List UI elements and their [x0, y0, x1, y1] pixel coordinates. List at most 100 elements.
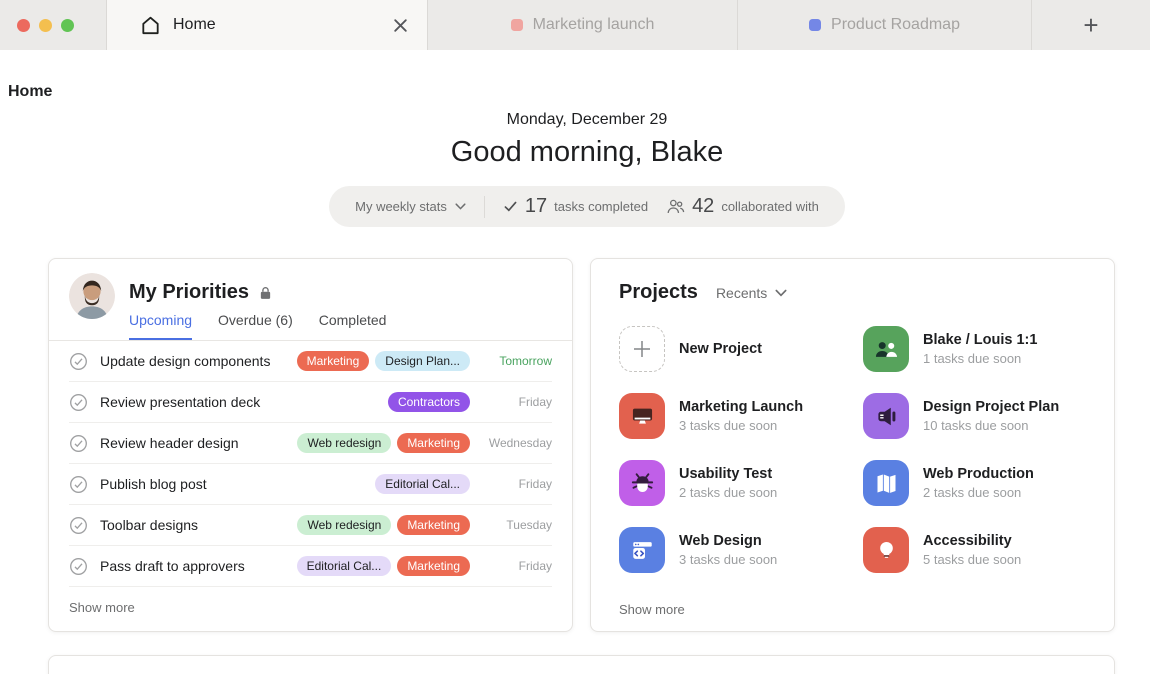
complete-task-icon[interactable] [69, 475, 88, 494]
project-item-accessibility[interactable]: Accessibility 5 tasks due soon [863, 526, 1090, 574]
window-controls [0, 0, 107, 50]
complete-task-icon[interactable] [69, 434, 88, 453]
project-name: Blake / Louis 1:1 [923, 332, 1037, 348]
divider [484, 196, 485, 218]
tab-overdue[interactable]: Overdue (6) [218, 312, 293, 340]
map-icon [863, 460, 909, 506]
task-tags: Editorial Cal...Marketing [297, 556, 470, 576]
date-text: Monday, December 29 [24, 111, 1150, 129]
projects-grid: New Project Blake / Louis 1:1 1 tasks du… [619, 325, 1090, 574]
priorities-header: My Priorities Upcoming Overdue (6) Compl… [49, 259, 572, 341]
recents-dropdown[interactable]: Recents [716, 285, 787, 301]
task-tags: MarketingDesign Plan... [297, 351, 470, 371]
megaphone-icon [863, 393, 909, 439]
avatar[interactable] [69, 273, 115, 319]
complete-task-icon[interactable] [69, 352, 88, 371]
tab-marketing-launch[interactable]: Marketing launch [428, 0, 738, 50]
complete-task-icon[interactable] [69, 516, 88, 535]
lightbulb-icon [863, 527, 909, 573]
task-name[interactable]: Update design components [100, 353, 297, 369]
bottom-card [48, 655, 1115, 674]
project-item-marketing-launch[interactable]: Marketing Launch 3 tasks due soon [619, 392, 863, 440]
lock-icon [259, 286, 272, 300]
project-name: Web Design [679, 533, 777, 549]
weekly-stats-dropdown[interactable]: My weekly stats [355, 199, 466, 214]
tab-label: Marketing launch [533, 16, 655, 34]
close-window-button[interactable] [17, 19, 30, 32]
task-tag[interactable]: Design Plan... [375, 351, 470, 371]
projects-header: Projects Recents [619, 281, 1090, 304]
task-row[interactable]: Toolbar designs Web redesign Marketing Tu… [69, 505, 552, 546]
task-due-date: Friday [480, 559, 552, 573]
breadcrumb: Home [8, 83, 52, 101]
weekly-stats-pill: My weekly stats 17 tasks completed 42 co… [329, 186, 845, 227]
task-row[interactable]: Publish blog post Editorial Cal... Frida… [69, 464, 552, 505]
task-name[interactable]: Review header design [100, 435, 297, 451]
task-name[interactable]: Publish blog post [100, 476, 375, 492]
task-tags: Editorial Cal... [375, 474, 470, 494]
new-tab-button[interactable]: + [1032, 0, 1150, 50]
task-tag[interactable]: Marketing [297, 351, 370, 371]
task-row[interactable]: Update design components MarketingDesign… [69, 341, 552, 382]
people-icon [863, 326, 909, 372]
complete-task-icon[interactable] [69, 557, 88, 576]
project-item-web-production[interactable]: Web Production 2 tasks due soon [863, 459, 1090, 507]
people-icon [666, 198, 685, 215]
code-icon [619, 527, 665, 573]
minimize-window-button[interactable] [39, 19, 52, 32]
collaborated-label: collaborated with [721, 199, 819, 214]
task-name[interactable]: Pass draft to approvers [100, 558, 297, 574]
new-project-label: New Project [679, 341, 762, 357]
weekly-stats-label: My weekly stats [355, 199, 447, 214]
task-tags: Web redesign Marketing [297, 433, 470, 453]
chevron-down-icon [455, 203, 466, 210]
collaborated-stat: 42 collaborated with [666, 195, 819, 218]
project-name: Marketing Launch [679, 399, 803, 415]
project-subtitle: 5 tasks due soon [923, 552, 1021, 567]
tasks-completed-label: tasks completed [554, 199, 648, 214]
home-icon [139, 14, 162, 37]
app-window: Home Marketing launch Product Roadmap + … [0, 0, 1150, 674]
monitor-icon [619, 393, 665, 439]
project-item-web-design[interactable]: Web Design 3 tasks due soon [619, 526, 863, 574]
task-name[interactable]: Toolbar designs [100, 517, 297, 533]
close-tab-icon[interactable] [387, 12, 413, 38]
projects-show-more-button[interactable]: Show more [619, 602, 685, 617]
check-icon [503, 199, 518, 214]
task-list: Update design components MarketingDesign… [49, 341, 572, 587]
task-tag[interactable]: Editorial Cal... [375, 474, 470, 494]
tab-home[interactable]: Home [107, 0, 428, 50]
collaborated-value: 42 [692, 195, 714, 218]
task-tag[interactable]: Marketing [397, 556, 470, 576]
priorities-tabs: Upcoming Overdue (6) Completed [129, 312, 386, 340]
task-tags: Contractors [388, 392, 470, 412]
tab-completed[interactable]: Completed [319, 312, 387, 340]
project-name: Web Production [923, 466, 1034, 482]
task-due-date: Tuesday [480, 518, 552, 532]
task-row[interactable]: Review presentation deck Contractors Fri… [69, 382, 552, 423]
tab-product-roadmap[interactable]: Product Roadmap [738, 0, 1032, 50]
task-row[interactable]: Pass draft to approvers Editorial Cal...… [69, 546, 552, 587]
task-tag[interactable]: Editorial Cal... [297, 556, 392, 576]
complete-task-icon[interactable] [69, 393, 88, 412]
project-item-usability-test[interactable]: Usability Test 2 tasks due soon [619, 459, 863, 507]
task-tag[interactable]: Web redesign [297, 515, 391, 535]
task-tag[interactable]: Contractors [388, 392, 470, 412]
tasks-completed-stat: 17 tasks completed [503, 195, 648, 218]
projects-title: Projects [619, 281, 698, 304]
task-row[interactable]: Review header design Web redesign Marketi… [69, 423, 552, 464]
tab-label: Product Roadmap [831, 16, 960, 34]
tasks-completed-value: 17 [525, 195, 547, 218]
tab-upcoming[interactable]: Upcoming [129, 312, 192, 340]
zoom-window-button[interactable] [61, 19, 74, 32]
project-name: Accessibility [923, 533, 1021, 549]
task-tag[interactable]: Web redesign [297, 433, 391, 453]
task-tag[interactable]: Marketing [397, 433, 470, 453]
project-item-design-project-plan[interactable]: Design Project Plan 10 tasks due soon [863, 392, 1090, 440]
priorities-show-more-button[interactable]: Show more [69, 600, 135, 615]
task-name[interactable]: Review presentation deck [100, 394, 388, 410]
task-tag[interactable]: Marketing [397, 515, 470, 535]
new-project-button[interactable]: New Project [619, 325, 863, 373]
bug-icon [619, 460, 665, 506]
project-item-blake-louis-1-1[interactable]: Blake / Louis 1:1 1 tasks due soon [863, 325, 1090, 373]
